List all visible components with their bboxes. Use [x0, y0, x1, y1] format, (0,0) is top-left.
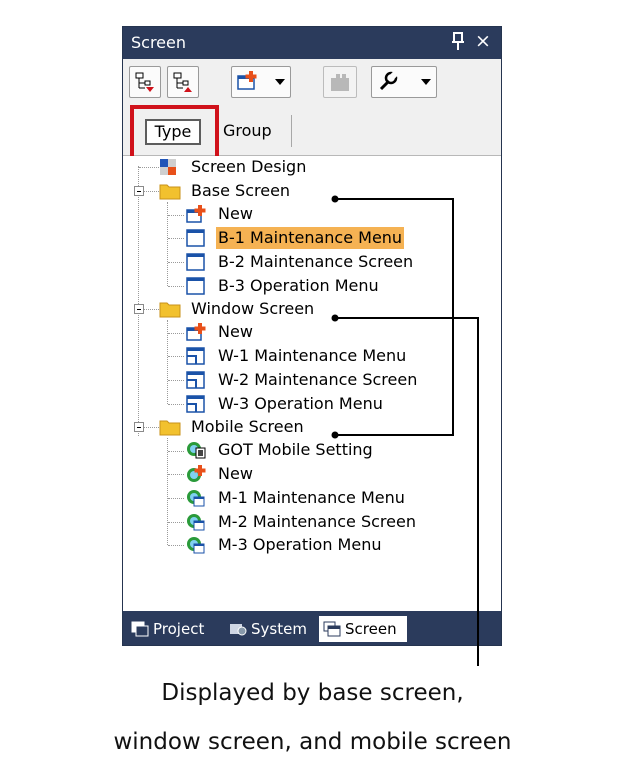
caption-line-1: Displayed by base screen, — [161, 680, 464, 706]
annotation-leader — [335, 317, 479, 666]
annotation-lines — [331, 195, 479, 666]
caption-line-2: window screen, and mobile screen — [113, 729, 512, 755]
